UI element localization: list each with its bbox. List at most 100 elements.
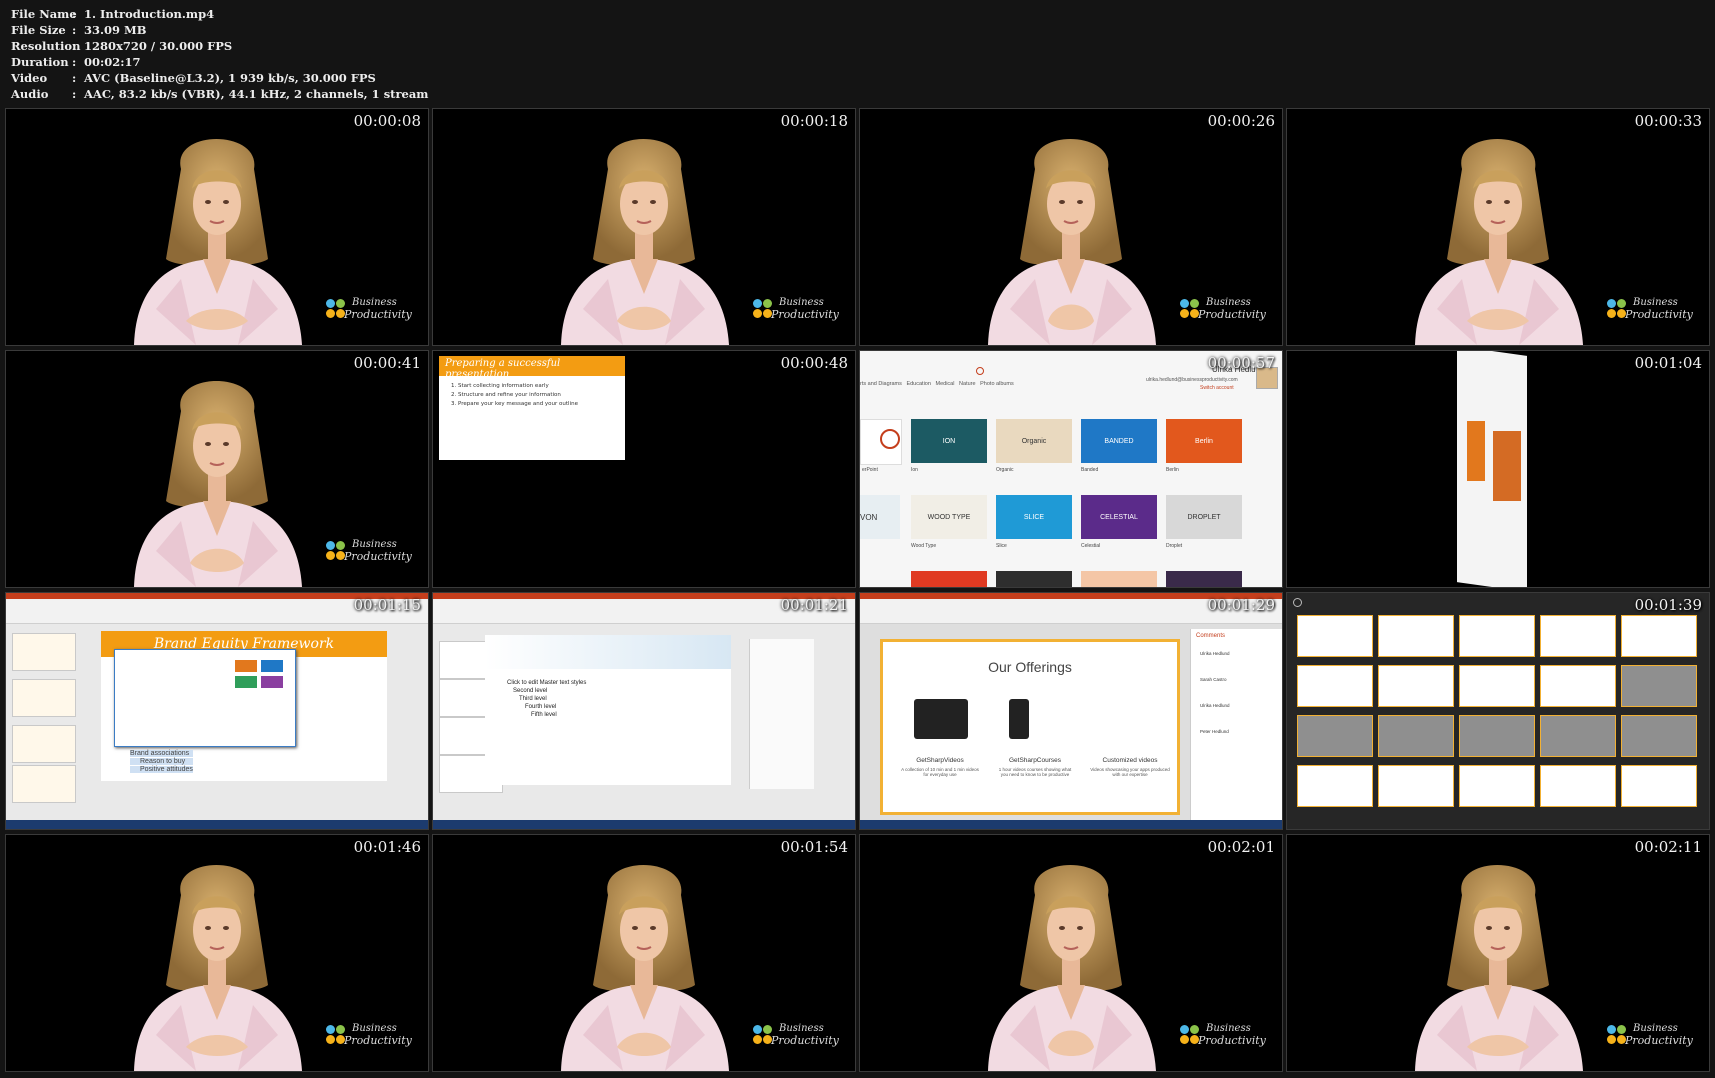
master-header-band: [485, 635, 731, 669]
logo-text-business: Business: [1633, 1023, 1678, 1034]
sorter-slide[interactable]: [1297, 615, 1373, 657]
product-name: Customized videos: [1102, 757, 1158, 764]
comment-author: Ulrika Hedlund: [1200, 651, 1230, 656]
theme-caption: Berlin: [1166, 467, 1179, 473]
logo-dot-icon: [1190, 1025, 1199, 1034]
sorter-slide[interactable]: [1621, 765, 1697, 807]
theme-caption: Celestial: [1081, 543, 1101, 549]
business-productivity-logo: Business Productivity: [326, 1023, 416, 1063]
back-arrow-icon[interactable]: [1293, 598, 1302, 607]
template-categories[interactable]: rts and Diagrams Education Medical Natur…: [860, 381, 1014, 387]
slide-thumbnail[interactable]: [12, 633, 76, 671]
logo-dot-icon: [1190, 299, 1199, 308]
theme-caption: Ion: [911, 467, 918, 473]
sorter-slide[interactable]: [1459, 615, 1535, 657]
sorter-slide[interactable]: [1297, 665, 1373, 707]
sorter-slide[interactable]: [1378, 715, 1454, 757]
sorter-slide[interactable]: [1459, 765, 1535, 807]
master-level: Click to edit Master text styles: [507, 680, 587, 686]
timestamp-label: 00:01:46: [353, 838, 421, 856]
info-value: 1280x720 / 30.000 FPS: [84, 39, 233, 53]
theme-tile[interactable]: SLICE: [996, 495, 1072, 539]
timestamp-label: 00:00:48: [780, 354, 848, 372]
theme-tile[interactable]: Berlin: [1166, 419, 1242, 463]
sorter-slide[interactable]: [1459, 715, 1535, 757]
video-thumbnail[interactable]: Business Productivity 00:01:54: [432, 834, 856, 1072]
slide-thumbnail[interactable]: [12, 765, 76, 803]
sorter-slide[interactable]: [1540, 765, 1616, 807]
switch-account-link[interactable]: Switch account: [1200, 385, 1234, 391]
info-label: Duration: [11, 55, 69, 69]
sorter-slide[interactable]: [1378, 615, 1454, 657]
search-icon[interactable]: [976, 367, 984, 375]
flipping-slide-image: [1493, 431, 1521, 501]
theme-tile-partial[interactable]: VON: [860, 495, 900, 539]
video-thumbnail[interactable]: Business Productivity 00:02:01: [859, 834, 1283, 1072]
sorter-slide[interactable]: [1540, 665, 1616, 707]
logo-dot-icon: [326, 1035, 335, 1044]
logo-dot-icon: [1607, 1035, 1616, 1044]
product-desc: Videos showcasing your apps produced wit…: [1090, 767, 1170, 777]
theme-tile[interactable]: CELESTIAL: [1081, 495, 1157, 539]
theme-tile[interactable]: [1081, 571, 1157, 587]
video-thumbnail[interactable]: Business Productivity 00:00:18: [432, 108, 856, 346]
master-level: Fourth level: [525, 704, 557, 710]
theme-tile[interactable]: Organic: [996, 419, 1072, 463]
video-thumbnail[interactable]: 00:01:39: [1286, 592, 1710, 830]
timestamp-label: 00:02:11: [1634, 838, 1702, 856]
sorter-slide[interactable]: [1540, 615, 1616, 657]
theme-tile[interactable]: [996, 571, 1072, 587]
theme-tile[interactable]: BANDED: [1081, 419, 1157, 463]
sorter-slide[interactable]: [1459, 665, 1535, 707]
info-label: Resolution: [11, 39, 81, 53]
sorter-slide[interactable]: [1297, 765, 1373, 807]
theme-tile[interactable]: WOOD TYPE: [911, 495, 987, 539]
sorter-slide[interactable]: [1378, 765, 1454, 807]
theme-tile[interactable]: [1166, 571, 1242, 587]
video-thumbnail[interactable]: rts and Diagrams Education Medical Natur…: [859, 350, 1283, 588]
video-thumbnail[interactable]: Preparing a successful presentation 1. St…: [432, 350, 856, 588]
business-productivity-logo: Business Productivity: [326, 297, 416, 337]
slide-bullet: Brand associations: [130, 750, 193, 757]
theme-tile[interactable]: ION: [911, 419, 987, 463]
sorter-slide[interactable]: [1621, 615, 1697, 657]
video-thumbnail[interactable]: Business Productivity 00:00:08: [5, 108, 429, 346]
sorter-slide[interactable]: [1621, 715, 1697, 757]
logo-dot-icon: [1180, 299, 1189, 308]
logo-dot-icon: [336, 541, 345, 550]
slide-thumbnail[interactable]: [12, 679, 76, 717]
comment-author: Ulrika Hedlund: [1200, 703, 1230, 708]
business-productivity-logo: Business Productivity: [1607, 1023, 1697, 1063]
master-levels: Click to edit Master text styles Second l…: [507, 679, 586, 719]
video-thumbnail[interactable]: Business Productivity 00:00:41: [5, 350, 429, 588]
video-thumbnail[interactable]: Brand Equity Framework Brand associations…: [5, 592, 429, 830]
logo-text-productivity: Productivity: [1198, 308, 1266, 321]
slide-thumbnail[interactable]: [12, 725, 76, 763]
video-thumbnail[interactable]: Business Productivity 00:00:26: [859, 108, 1283, 346]
sorter-slide[interactable]: [1621, 665, 1697, 707]
sorter-slide[interactable]: [1540, 715, 1616, 757]
logo-dot-icon: [1607, 299, 1616, 308]
smartart-shape[interactable]: [261, 676, 283, 688]
video-thumbnail[interactable]: Business Productivity 00:00:33: [1286, 108, 1710, 346]
business-productivity-logo: Business Productivity: [326, 539, 416, 579]
flipping-slide-image: [1467, 421, 1485, 481]
arrow-right-icon: [880, 429, 900, 449]
video-thumbnail[interactable]: Business Productivity 00:02:11: [1286, 834, 1710, 1072]
timestamp-label: 00:01:29: [1207, 596, 1275, 614]
logo-text-productivity: Productivity: [1198, 1034, 1266, 1047]
video-thumbnail[interactable]: Click to edit Master text styles Second l…: [432, 592, 856, 830]
theme-tile[interactable]: DROPLET: [1166, 495, 1242, 539]
video-thumbnail[interactable]: 00:01:04: [1286, 350, 1710, 588]
smartart-shape[interactable]: [261, 660, 283, 672]
windows-taskbar: [433, 820, 855, 829]
video-thumbnail[interactable]: Business Productivity 00:01:46: [5, 834, 429, 1072]
sorter-slide[interactable]: [1378, 665, 1454, 707]
video-thumbnail[interactable]: Our Offerings GetSharpVideos A collection …: [859, 592, 1283, 830]
sorter-slide[interactable]: [1297, 715, 1373, 757]
logo-dot-icon: [1607, 1025, 1616, 1034]
smartart-shape[interactable]: [235, 660, 257, 672]
smartart-shape[interactable]: [235, 676, 257, 688]
theme-tile[interactable]: [911, 571, 987, 587]
product-name: GetSharpCourses: [1008, 757, 1062, 764]
